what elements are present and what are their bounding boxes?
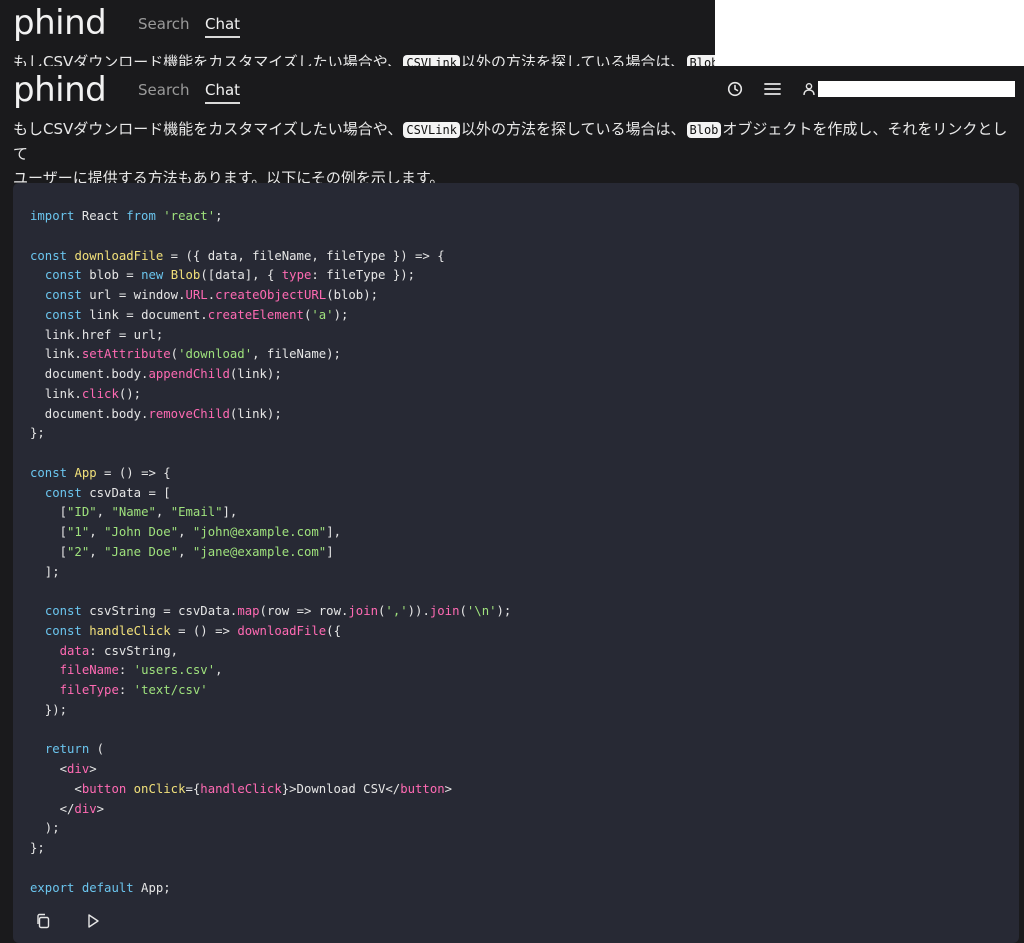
ghost-text: もしCSVダウンロード機能をカスタマイズしたい場合や、 bbox=[13, 53, 403, 66]
message-line-1: もしCSVダウンロード機能をカスタマイズしたい場合や、 CSVLink 以外の方法を… bbox=[13, 117, 1018, 166]
ghost-inline-code: CSVLink bbox=[403, 55, 460, 66]
ghost-inline-code: Blob bbox=[686, 55, 715, 66]
inline-code-blob: Blob bbox=[686, 122, 722, 138]
history-icon[interactable] bbox=[724, 78, 746, 100]
ghost-header: phind Search Chat もしCSVダウンロード機能をカスタマイズした… bbox=[0, 0, 715, 66]
ghost-logo: phind bbox=[13, 3, 107, 43]
code-content[interactable]: import React from 'react'; const downloa… bbox=[30, 207, 511, 898]
ghost-text: 以外の方法を探している場合は、 bbox=[460, 53, 686, 66]
menu-icon[interactable] bbox=[761, 78, 783, 100]
message-text: もしCSVダウンロード機能をカスタマイズしたい場合や、 bbox=[13, 120, 403, 138]
assistant-message: もしCSVダウンロード機能をカスタマイズしたい場合や、 CSVLink 以外の方法を… bbox=[13, 117, 1018, 190]
username-redacted[interactable] bbox=[818, 81, 1015, 97]
code-block[interactable]: import React from 'react'; const downloa… bbox=[13, 183, 1019, 943]
ghost-nav-chat: Chat bbox=[205, 15, 241, 38]
user-icon[interactable] bbox=[798, 78, 820, 100]
ghost-blank-area bbox=[715, 0, 1024, 66]
ghost-intro: もしCSVダウンロード機能をカスタマイズしたい場合や、 CSVLink 以外の方法を… bbox=[13, 50, 715, 66]
ghost-nav-search: Search bbox=[138, 15, 190, 33]
message-text: 以外の方法を探している場合は、 bbox=[460, 120, 686, 138]
run-icon[interactable] bbox=[82, 910, 104, 932]
inline-code-csvlink: CSVLink bbox=[403, 122, 460, 138]
logo[interactable]: phind bbox=[13, 70, 107, 110]
nav-search[interactable]: Search bbox=[138, 81, 190, 99]
copy-icon[interactable] bbox=[32, 910, 54, 932]
nav-chat[interactable]: Chat bbox=[205, 81, 241, 104]
